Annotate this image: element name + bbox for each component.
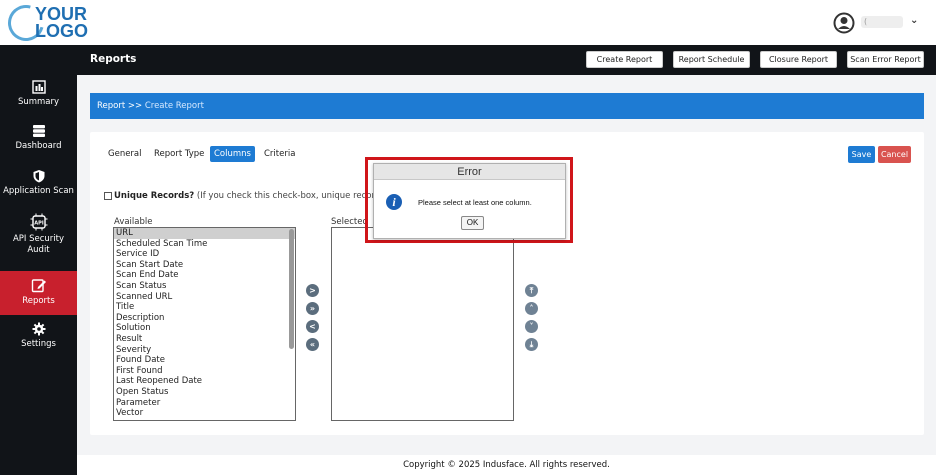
list-item[interactable]: Scan Start Date — [114, 260, 295, 271]
unique-records-label: Unique Records? (If you check this check… — [114, 191, 406, 201]
summary-icon — [31, 80, 46, 94]
scan-error-report-button[interactable]: Scan Error Report — [847, 51, 924, 68]
sidebar-item-label: Summary — [17, 97, 60, 107]
save-button[interactable]: Save — [848, 146, 875, 163]
list-item[interactable]: Scanned URL — [114, 292, 295, 303]
svg-text:API: API — [34, 221, 44, 227]
list-item[interactable]: Result — [114, 334, 295, 345]
move-down-button[interactable]: ˅ — [525, 320, 538, 333]
sidebar-item-label: Application Scan — [3, 186, 74, 196]
report-schedule-button[interactable]: Report Schedule — [673, 51, 750, 68]
move-up-button[interactable]: ˄ — [525, 302, 538, 315]
user-name[interactable]: ( — [861, 16, 903, 28]
cancel-button[interactable]: Cancel — [878, 146, 911, 163]
unique-records-title: Unique Records? — [114, 191, 195, 201]
shield-icon — [33, 170, 44, 183]
sidebar-item-settings[interactable]: Settings — [0, 322, 77, 349]
closure-report-button[interactable]: Closure Report — [760, 51, 837, 68]
gear-icon — [32, 322, 45, 336]
sidebar-item-label: Reports — [22, 296, 55, 306]
sidebar-item-label: API Security Audit — [12, 234, 65, 255]
list-item[interactable]: Last Reopened Date — [114, 376, 295, 387]
dashboard-icon — [32, 125, 45, 137]
tab-report-type[interactable]: Report Type — [150, 146, 208, 162]
available-label: Available — [114, 217, 153, 227]
list-item[interactable]: Open Status — [114, 387, 295, 398]
list-item[interactable]: First Found — [114, 366, 295, 377]
move-all-right-button[interactable]: » — [306, 302, 319, 315]
page-title: Reports — [90, 53, 137, 65]
footer-copyright: Copyright © 2025 Indusface. All rights r… — [77, 455, 936, 475]
list-item[interactable]: Found Date — [114, 355, 295, 366]
sidebar-item-reports[interactable]: Reports — [0, 271, 77, 315]
sidebar-item-application-scan[interactable]: Application Scan — [0, 169, 77, 196]
selected-label: Selected — [331, 217, 368, 227]
tab-general[interactable]: General — [104, 146, 146, 162]
top-bar — [0, 0, 936, 45]
list-item[interactable]: Description — [114, 313, 295, 324]
dialog-message: Please select at least one column. — [418, 198, 532, 207]
unique-records-checkbox[interactable] — [104, 192, 112, 200]
breadcrumb-root[interactable]: Report >> — [97, 101, 142, 111]
selected-columns-list[interactable] — [331, 227, 514, 421]
sidebar — [0, 45, 77, 475]
tab-criteria[interactable]: Criteria — [260, 146, 299, 162]
company-logo: YOUR LOGO — [1, 0, 98, 48]
sidebar-item-summary[interactable]: Summary — [0, 80, 77, 107]
list-item[interactable]: Scheduled Scan Time — [114, 239, 295, 250]
sidebar-item-api-security-audit[interactable]: API API Security Audit — [0, 213, 77, 256]
chevron-down-icon[interactable]: ⌄ — [910, 15, 918, 26]
list-item[interactable]: Parameter — [114, 398, 295, 409]
edit-report-icon — [31, 279, 46, 293]
ok-button[interactable]: OK — [461, 216, 484, 230]
sidebar-item-label: Dashboard — [15, 141, 62, 151]
list-item[interactable]: Scan Status — [114, 281, 295, 292]
create-report-button[interactable]: Create Report — [586, 51, 663, 68]
breadcrumb: Report >> Create Report — [90, 93, 924, 119]
move-top-button[interactable]: ⤒ — [525, 284, 538, 297]
api-icon: API — [30, 213, 47, 231]
breadcrumb-current: Create Report — [144, 101, 204, 111]
move-right-button[interactable]: > — [306, 284, 319, 297]
list-item[interactable]: Service ID — [114, 249, 295, 260]
available-list-scrollbar[interactable] — [289, 229, 294, 349]
list-item[interactable]: Scan End Date — [114, 270, 295, 281]
move-left-button[interactable]: < — [306, 320, 319, 333]
tab-columns[interactable]: Columns — [210, 146, 255, 162]
list-item[interactable]: URL — [114, 228, 295, 239]
available-columns-list[interactable]: URL Scheduled Scan Time Service ID Scan Sta… — [113, 227, 296, 421]
move-all-left-button[interactable]: « — [306, 338, 319, 351]
user-avatar-icon[interactable] — [833, 12, 855, 34]
sidebar-item-dashboard[interactable]: Dashboard — [0, 124, 77, 151]
dialog-title: Error — [374, 164, 565, 180]
list-item[interactable]: Title — [114, 302, 295, 313]
list-item[interactable]: Severity — [114, 345, 295, 356]
move-bottom-button[interactable]: ⤓ — [525, 338, 538, 351]
sidebar-item-label: Settings — [21, 339, 56, 349]
list-item[interactable]: Solution — [114, 323, 295, 334]
list-item[interactable]: Vector — [114, 408, 295, 419]
info-icon: i — [386, 194, 402, 210]
